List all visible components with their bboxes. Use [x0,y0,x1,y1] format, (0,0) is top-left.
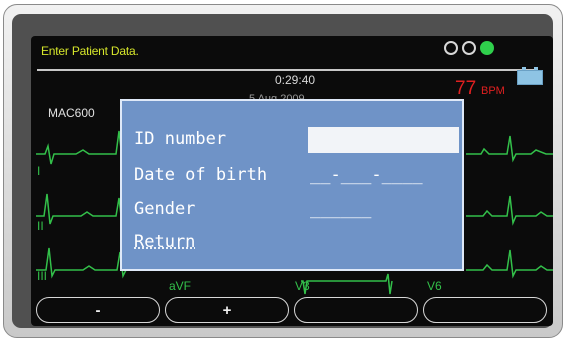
gender-field[interactable]: ______ [310,199,371,219]
date-of-birth-field[interactable]: __-___-____ [310,165,423,185]
patient-data-dialog: ID number Date of birth __-___-____ Gend… [120,99,464,271]
id-number-label: ID number [134,129,227,149]
lead-label-row2: II [37,219,44,233]
ecg-trace-row3-right [466,249,553,279]
id-number-input[interactable] [308,127,459,153]
ecg-trace-row1-right [466,135,553,163]
lead-label-row3: III [37,269,48,283]
lead-label-v3: V3 [295,279,310,293]
softkey-plus[interactable]: + [165,297,289,323]
softkey-blank-3[interactable] [294,297,418,323]
ecg-trace-bottom [301,273,393,295]
ecg-trace-row2-right [466,195,553,226]
date-of-birth-label: Date of birth [134,165,268,185]
softkey-blank-4[interactable] [423,297,547,323]
lead-label-v6: V6 [427,279,442,293]
return-link[interactable]: Return [134,232,195,252]
lead-label-row1: I [37,164,41,178]
lead-label-avf: aVF [169,279,192,293]
softkey-minus[interactable]: - [36,297,160,323]
gender-label: Gender [134,199,196,219]
